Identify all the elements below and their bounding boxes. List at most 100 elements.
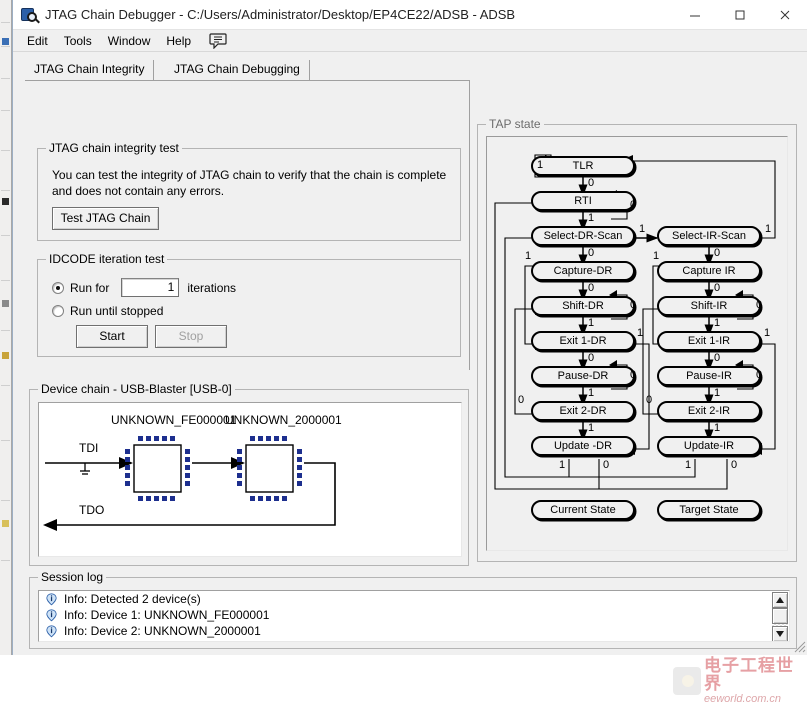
tab-jtag-chain-integrity[interactable]: JTAG Chain Integrity [25,60,155,80]
edge-label-rti-to-select-dr: 1 [588,212,595,224]
info-icon [46,624,57,637]
list-item[interactable]: Info: Detected 2 device(s) [39,591,789,607]
menu-bar: Edit Tools Window Help [13,30,807,52]
window-controls [672,0,807,30]
group-label: JTAG chain integrity test [46,141,182,155]
edge-label-exit1-dr-to-pause-dr: 0 [588,352,595,364]
edge-label-pause-ir-to-exit2-ir: 1 [714,387,721,399]
tab-jtag-chain-debugging[interactable]: JTAG Chain Debugging [165,60,310,80]
jtag-debugger-app-icon [21,6,40,24]
edge-label-capture-dr-to-shift-dr: 0 [588,282,595,294]
main-window: JTAG Chain Debugger - C:/Users/Administr… [12,0,807,705]
edge-label-exit2-ir-to-shift-ir: 0 [646,394,653,406]
edge-label-rti-self: 0 [630,199,637,211]
integrity-description: You can test the integrity of JTAG chain… [52,168,447,198]
tap-node-exit-1-ir[interactable]: Exit 1-IR [657,331,761,351]
edge-label-select-ir-to-capture-ir: 0 [714,247,721,259]
log-entry-text: Info: Device 2: UNKNOWN_2000001 [64,624,261,638]
session-log-group: Session log Info: Detected 2 device(s) I… [29,570,797,649]
edge-label-update-dr-one: 1 [559,459,566,471]
tap-node-shift-ir[interactable]: Shift-IR [657,296,761,316]
tap-node-capture-dr[interactable]: Capture-DR [531,261,635,281]
menu-item-tools[interactable]: Tools [56,32,100,50]
run-until-stopped-radio-row[interactable]: Run until stopped [52,304,163,318]
run-for-label: Run for [70,280,110,295]
edge-label-shift-ir-self: 0 [756,299,763,311]
device-chain-canvas: UNKNOWN_FE000001 UNKNOWN_2000001 TDI TDO [38,402,462,557]
minimize-button[interactable] [672,0,717,30]
window-title: JTAG Chain Debugger - C:/Users/Administr… [45,7,516,22]
group-label: Device chain - USB-Blaster [USB-0] [38,382,235,396]
tap-state-canvas: TLR RTI Select-DR-Scan Capture-DR Shift-… [486,136,788,551]
target-state-button[interactable]: Target State [657,500,761,520]
edge-label-exit1-dr-to-update-dr: 1 [637,327,644,339]
tap-node-select-ir-scan[interactable]: Select-IR-Scan [657,226,761,246]
scroll-up-button[interactable] [772,592,788,608]
group-label: IDCODE iteration test [46,252,168,266]
session-log-list[interactable]: Info: Detected 2 device(s) Info: Device … [38,590,790,642]
resize-grip[interactable] [792,639,806,653]
edge-label-exit1-ir-to-update-ir: 1 [764,327,771,339]
tap-node-shift-dr[interactable]: Shift-DR [531,296,635,316]
log-entry-text: Info: Device 1: UNKNOWN_FE000001 [64,608,270,622]
speech-bubble-icon[interactable] [209,32,227,49]
start-button[interactable]: Start [76,325,148,348]
list-item[interactable]: Info: Device 1: UNKNOWN_FE000001 [39,607,789,623]
tap-node-tlr[interactable]: TLR [531,156,635,176]
run-until-stopped-radio[interactable] [52,305,64,317]
idcode-iteration-test-group: IDCODE iteration test Run for 1 iteratio… [37,252,461,357]
menu-item-help[interactable]: Help [158,32,199,50]
tap-node-update-dr[interactable]: Update -DR [531,436,635,456]
edge-label-exit2-dr-to-shift-dr: 0 [518,394,525,406]
current-state-button[interactable]: Current State [531,500,635,520]
tap-node-capture-ir[interactable]: Capture IR [657,261,761,281]
tap-node-exit-2-ir[interactable]: Exit 2-IR [657,401,761,421]
tab-label: JTAG Chain Debugging [174,62,300,76]
close-button[interactable] [762,0,807,30]
tab-bar: JTAG Chain Integrity JTAG Chain Debuggin… [25,60,470,80]
edge-label-capture-dr-to-exit1-dr: 1 [525,250,532,262]
tap-node-pause-ir[interactable]: Pause-IR [657,366,761,386]
edge-label-update-dr-zero: 0 [603,459,610,471]
jtag-chain-integrity-group: JTAG chain integrity test You can test t… [37,141,461,241]
device-chain-diagram [43,436,336,531]
tab-separator-line [25,80,470,81]
tap-node-update-ir[interactable]: Update-IR [657,436,761,456]
group-label: TAP state [486,117,544,131]
edge-label-select-dr-to-capture-dr: 0 [588,247,595,259]
tab-label: JTAG Chain Integrity [34,62,145,76]
scrollbar-thumb[interactable] [772,608,788,624]
device-chain-group: Device chain - USB-Blaster [USB-0] UNKNO… [29,382,469,566]
edge-label-shift-ir-to-exit1-ir: 1 [714,317,721,329]
edge-label-update-ir-one: 1 [685,459,692,471]
group-label: Session log [38,570,107,584]
edge-label-shift-dr-to-exit1-dr: 1 [588,317,595,329]
log-entry-text: Info: Detected 2 device(s) [64,592,201,606]
iterations-input[interactable]: 1 [121,278,180,297]
tap-node-rti[interactable]: RTI [531,191,635,211]
list-item[interactable]: Info: Device 2: UNKNOWN_2000001 [39,623,789,639]
edge-label-update-ir-zero: 0 [731,459,738,471]
info-icon [46,608,57,621]
tap-node-pause-dr[interactable]: Pause-DR [531,366,635,386]
edge-label-exit1-ir-to-pause-ir: 0 [714,352,721,364]
tap-node-exit-1-dr[interactable]: Exit 1-DR [531,331,635,351]
menu-item-edit[interactable]: Edit [19,32,56,50]
edge-label-select-ir-to-tlr: 1 [765,223,772,235]
edge-label-exit2-dr-to-update-dr: 1 [588,422,595,434]
info-icon [46,592,57,605]
run-for-radio-row[interactable]: Run for 1 iterations [52,278,236,297]
scroll-down-button[interactable] [772,626,788,641]
edge-label-shift-dr-self: 0 [630,299,637,311]
window-content: JTAG Chain Integrity JTAG Chain Debuggin… [13,52,807,705]
maximize-button[interactable] [717,0,762,30]
tap-node-select-dr-scan[interactable]: Select-DR-Scan [531,226,635,246]
watermark-chinese-text: 电子工程世界 [704,656,794,693]
test-jtag-chain-button[interactable]: Test JTAG Chain [52,207,159,230]
session-log-scrollbar[interactable] [772,592,788,641]
menu-item-window[interactable]: Window [100,32,159,50]
tap-state-group: TAP state TLR RTI Select-DR-Scan Capture… [477,117,797,562]
run-for-radio[interactable] [52,281,64,294]
watermark-logo-icon [673,667,701,695]
tap-node-exit-2-dr[interactable]: Exit 2-DR [531,401,635,421]
